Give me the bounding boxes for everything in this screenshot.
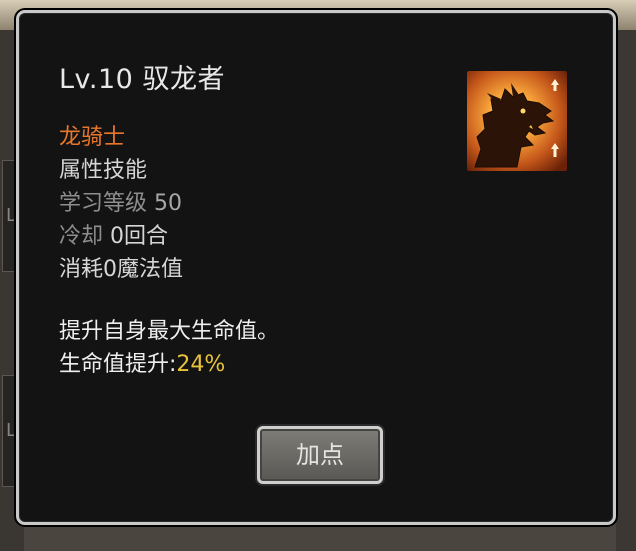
cooldown-value: 0回合 [110, 224, 169, 249]
effect-label: 生命值提升: [59, 352, 177, 377]
cooldown-row: 冷却 0回合 [59, 222, 168, 252]
mana-cost: 消耗0魔法值 [59, 257, 183, 282]
skill-class-name: 龙骑士 [59, 125, 126, 150]
effect-value: 24% [176, 352, 226, 377]
dragon-head-icon [467, 71, 567, 171]
learn-level-value: 50 [154, 191, 183, 216]
learn-level-label: 学习等级 [59, 191, 148, 216]
skill-description: 提升自身最大生命值。 [59, 319, 280, 344]
cooldown-label: 冷却 [59, 224, 104, 249]
background-side-panel-right [616, 30, 636, 551]
add-point-button[interactable]: 加点 [257, 426, 383, 484]
skill-title: Lv.10 驭龙者 [59, 64, 225, 95]
skill-tooltip-panel: Lv.10 驭龙者 龙骑士 属性技能 学习等级 50 冷却 0回合 消耗0魔法值… [16, 10, 616, 525]
skill-effect-row: 生命值提升:24% [59, 350, 225, 380]
learn-level-row: 学习等级 50 [59, 189, 182, 219]
skill-type: 属性技能 [59, 158, 148, 183]
